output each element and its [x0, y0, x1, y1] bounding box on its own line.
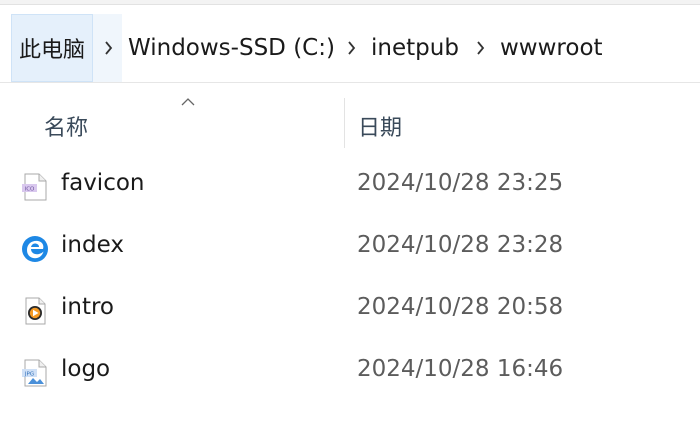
- jpg-badge-text: JPG: [24, 371, 34, 377]
- ico-badge-text: ICO: [25, 186, 35, 192]
- column-header-row: [0, 96, 700, 148]
- jpg-file-icon: JPG: [22, 359, 47, 387]
- file-name: intro: [61, 294, 115, 320]
- breadcrumb: 此电脑 Windows-SSD (C:) inetpub wwwroot: [0, 14, 700, 83]
- window-top-strip: [0, 0, 700, 5]
- ico-file-icon: ICO: [22, 173, 47, 201]
- file-date: 2024/10/28 23:25: [357, 170, 564, 196]
- file-row-index[interactable]: index 2024/10/28 23:28: [0, 220, 700, 282]
- breadcrumb-item-inetpub[interactable]: inetpub: [371, 14, 459, 82]
- file-row-logo[interactable]: JPG logo 2024/10/28 16:46: [0, 344, 700, 406]
- column-header-date[interactable]: 日期: [358, 110, 402, 142]
- breadcrumb-root-label: 此电脑: [18, 38, 85, 63]
- file-row-intro[interactable]: intro 2024/10/28 20:58: [0, 282, 700, 344]
- column-divider[interactable]: [344, 98, 345, 148]
- file-date: 2024/10/28 20:58: [357, 294, 564, 320]
- chevron-right-icon[interactable]: [470, 14, 490, 82]
- video-file-icon: [25, 297, 46, 325]
- column-header-name[interactable]: 名称: [44, 110, 88, 142]
- breadcrumb-item-wwwroot[interactable]: wwwroot: [500, 14, 603, 82]
- file-name: favicon: [61, 170, 145, 196]
- file-row-favicon[interactable]: ICO favicon 2024/10/28 23:25: [0, 158, 700, 220]
- file-name: logo: [61, 356, 111, 382]
- file-date: 2024/10/28 23:28: [357, 232, 564, 258]
- breadcrumb-root-this-pc[interactable]: 此电脑: [11, 14, 93, 82]
- file-date: 2024/10/28 16:46: [357, 356, 564, 382]
- edge-html-icon: [22, 236, 48, 262]
- sort-ascending-icon: [181, 98, 195, 106]
- chevron-right-icon[interactable]: [341, 14, 361, 82]
- chevron-right-icon[interactable]: [98, 14, 118, 82]
- file-name: index: [61, 232, 124, 258]
- breadcrumb-item-drive[interactable]: Windows-SSD (C:): [128, 14, 335, 82]
